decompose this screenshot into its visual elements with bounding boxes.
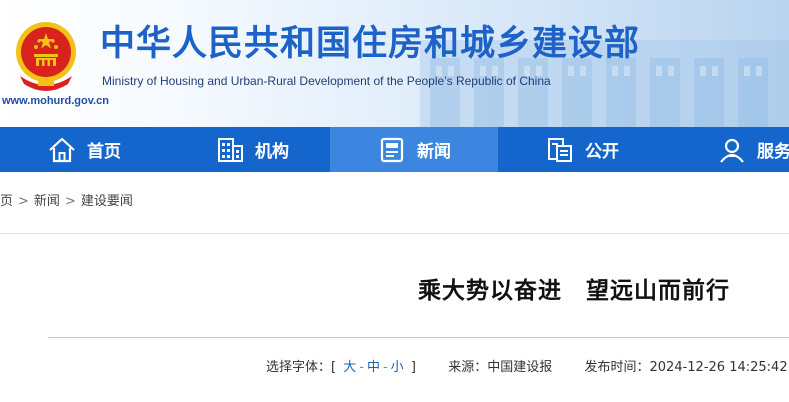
newspaper-icon: [380, 137, 404, 162]
source-label: 来源：: [448, 360, 488, 375]
divider: [0, 233, 789, 234]
nav-item-home[interactable]: 首页: [0, 127, 168, 172]
nav-item-label: 新闻: [417, 142, 451, 162]
title-divider: [48, 337, 789, 338]
bracket-close: ]: [410, 360, 416, 375]
font-size-medium-link[interactable]: 中: [364, 360, 383, 375]
nav-item-label: 公开: [585, 142, 619, 162]
nav-item-news[interactable]: 新闻: [330, 127, 498, 172]
user-service-icon: [720, 138, 744, 163]
article-title-part2: 望远山而前行: [586, 278, 730, 304]
nav-item-org[interactable]: 机构: [168, 127, 336, 172]
site-title: 中华人民共和国住房和城乡建设部: [100, 24, 641, 64]
breadcrumb-current[interactable]: 建设要闻: [81, 194, 133, 209]
font-select-label: 选择字体：: [266, 360, 332, 375]
site-subtitle: Ministry of Housing and Urban-Rural Deve…: [102, 74, 551, 88]
nav-item-label: 首页: [87, 142, 121, 162]
national-emblem-icon: [16, 22, 76, 91]
breadcrumb-separator: >: [64, 194, 76, 209]
document-icon: [548, 137, 572, 162]
site-banner: 中华人民共和国住房和城乡建设部 Ministry of Housing and …: [0, 0, 789, 127]
publish-time-label: 发布时间：: [584, 360, 650, 375]
article-title: 乘大势以奋进 望远山而前行: [418, 274, 730, 308]
home-icon: [49, 137, 75, 162]
main-nav: 首页 机构 新闻 公开 服务: [0, 127, 789, 172]
font-size-small-link[interactable]: 小: [388, 360, 407, 375]
nav-item-service[interactable]: 服务: [670, 127, 789, 172]
site-url[interactable]: www.mohurd.gov.cn: [2, 94, 109, 108]
nav-item-label: 机构: [255, 142, 289, 162]
article-meta: 选择字体：[ 大-中-小 ] 来源：中国建设报 发布时间：2024-12-26 …: [266, 359, 788, 377]
breadcrumb-separator: >: [18, 194, 29, 209]
bracket-open: [: [331, 360, 337, 375]
breadcrumb-news[interactable]: 新闻: [34, 194, 60, 209]
font-size-large-link[interactable]: 大: [340, 360, 359, 375]
building-icon: [218, 137, 243, 162]
article-title-part1: 乘大势以奋进: [418, 278, 562, 304]
nav-item-public[interactable]: 公开: [498, 127, 666, 172]
breadcrumb: 页 > 新闻 > 建设要闻: [0, 192, 133, 212]
publish-time-value: 2024-12-26 14:25:42: [649, 360, 788, 375]
size-separator: -: [382, 360, 388, 375]
nav-item-label: 服务: [757, 142, 789, 162]
source-value: 中国建设报: [487, 360, 553, 375]
breadcrumb-home[interactable]: 页: [0, 194, 13, 209]
